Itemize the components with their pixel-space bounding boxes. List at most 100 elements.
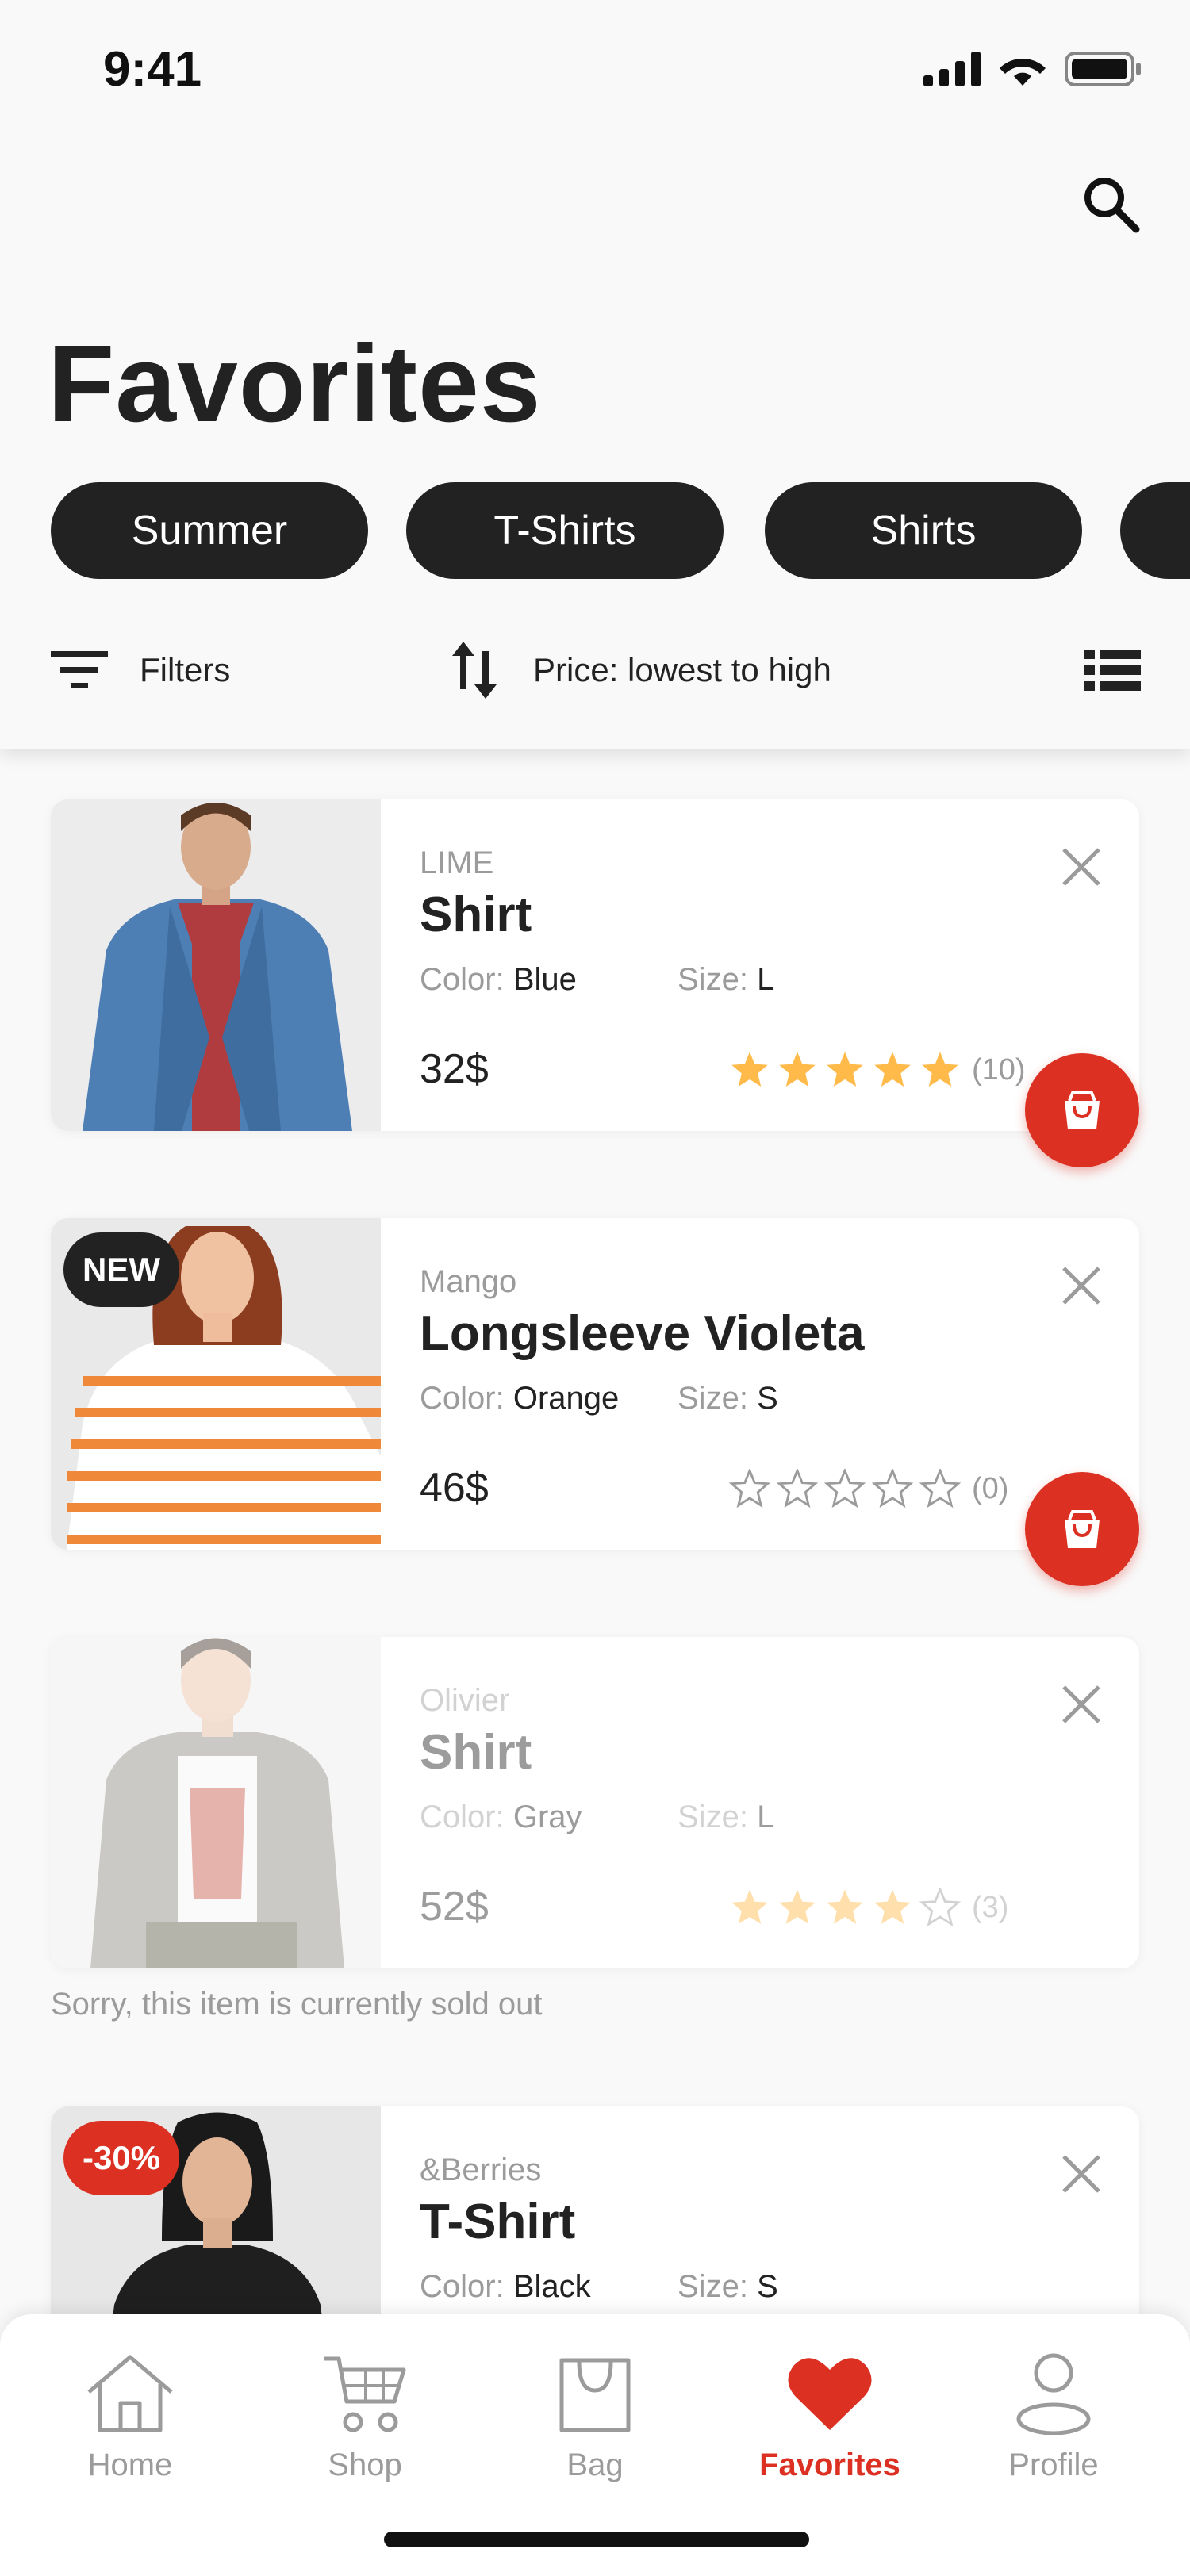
- star-filled-icon: [827, 1052, 863, 1087]
- chip-shirts[interactable]: Shirts: [765, 482, 1082, 579]
- nav-favorites[interactable]: Favorites: [743, 2346, 917, 2505]
- status-time: 9:41: [103, 42, 202, 97]
- product-card[interactable]: NEW Mango Longsleeve Violeta Color: Oran…: [51, 1218, 1139, 1550]
- size-value: L: [757, 962, 775, 997]
- size-value: S: [757, 2269, 778, 2304]
- chip-tshirts[interactable]: T-Shirts: [406, 482, 724, 579]
- product-name: Longsleeve Violeta: [420, 1306, 865, 1361]
- product-brand: LIME: [420, 845, 494, 880]
- nav-profile[interactable]: Profile: [966, 2346, 1141, 2505]
- product-name: Shirt: [420, 887, 532, 942]
- product-brand: &Berries: [420, 2152, 542, 2187]
- product-color: Color: Blue: [420, 962, 577, 998]
- color-key: Color:: [420, 962, 505, 997]
- star-filled-icon: [731, 1052, 768, 1087]
- review-count: (3): [972, 1890, 1009, 1924]
- product-size: Size: S: [678, 2269, 778, 2305]
- filter-icon: [51, 651, 108, 688]
- star-filled-icon: [874, 1052, 911, 1087]
- product-name: Shirt: [420, 1725, 532, 1780]
- sort-icon: [452, 642, 497, 699]
- filters-label: Filters: [140, 651, 231, 688]
- rating-stars: (0): [729, 1469, 1008, 1508]
- shopping-bag-icon: [1065, 1091, 1100, 1129]
- product-image: [51, 799, 381, 1131]
- nav-bag-label: Bag: [566, 2448, 624, 2482]
- star-empty-icon: [919, 1469, 961, 1508]
- product-name: T-Shirt: [420, 2195, 576, 2249]
- star-filled-icon: [922, 1052, 958, 1087]
- nav-home[interactable]: Home: [43, 2346, 217, 2505]
- nav-shop-label: Shop: [328, 2448, 402, 2482]
- product-card[interactable]: LIME Shirt Color: Blue Size: L 32$ (10): [51, 799, 1139, 1131]
- search-button[interactable]: [1075, 168, 1146, 240]
- view-toggle-button[interactable]: [1084, 634, 1141, 706]
- size-key: Size:: [678, 962, 748, 997]
- wifi-icon: [1000, 59, 1046, 86]
- bag-icon: [559, 2358, 631, 2432]
- rating-stars: (10): [729, 1050, 1026, 1090]
- home-indicator: [384, 2532, 809, 2547]
- remove-button[interactable]: [1054, 839, 1109, 895]
- product-image: [51, 1637, 381, 1968]
- add-to-bag-button[interactable]: [1025, 1053, 1139, 1167]
- search-icon: [1084, 178, 1140, 233]
- product-size: Size: L: [678, 962, 774, 998]
- sold-out-message: Sorry, this item is currently sold out: [51, 1987, 543, 2022]
- product-card-sold-out[interactable]: Olivier Shirt Color: Gray Size: L 52$ (3…: [51, 1637, 1139, 1968]
- add-to-bag-button[interactable]: [1025, 1472, 1139, 1586]
- star-empty-icon: [824, 1469, 866, 1508]
- chip-more[interactable]: [1120, 482, 1190, 579]
- product-color: Color: Black: [420, 2269, 591, 2305]
- product-brand: Mango: [420, 1264, 517, 1299]
- heart-icon: [788, 2358, 872, 2430]
- remove-button[interactable]: [1054, 1258, 1109, 1313]
- size-key: Size:: [678, 1381, 748, 1416]
- remove-button[interactable]: [1054, 2146, 1109, 2202]
- star-filled-icon: [874, 1889, 911, 1925]
- product-price: 46$: [420, 1465, 489, 1511]
- category-chips: Summer T-Shirts Shirts: [51, 482, 1190, 579]
- color-value: Blue: [512, 962, 577, 997]
- color-value: Gray: [512, 1800, 582, 1834]
- close-icon: [1062, 1267, 1100, 1305]
- list-view-icon: [1084, 650, 1141, 691]
- cart-icon: [324, 2356, 406, 2432]
- toolbar: Filters Price: lowest to high: [0, 634, 1190, 706]
- rating-stars: (3): [729, 1888, 1008, 1927]
- star-filled-icon: [779, 1889, 816, 1925]
- page-title: Favorites: [48, 323, 542, 445]
- size-value: S: [757, 1381, 778, 1416]
- product-color: Color: Gray: [420, 1800, 582, 1835]
- close-icon: [1062, 848, 1100, 886]
- close-icon: [1062, 1685, 1100, 1723]
- profile-icon: [1016, 2353, 1091, 2435]
- product-brand: Olivier: [420, 1683, 510, 1718]
- sort-button[interactable]: Price: lowest to high: [449, 634, 831, 706]
- review-count: (10): [972, 1052, 1026, 1087]
- product-color: Color: Orange: [420, 1381, 619, 1416]
- nav-profile-label: Profile: [1008, 2448, 1099, 2482]
- star-empty-icon: [777, 1469, 818, 1508]
- star-empty-icon: [729, 1469, 770, 1508]
- close-icon: [1062, 2155, 1100, 2193]
- color-value: Black: [512, 2269, 591, 2304]
- star-empty-icon: [872, 1469, 913, 1508]
- nav-shop[interactable]: Shop: [278, 2346, 452, 2505]
- home-icon: [87, 2355, 173, 2432]
- size-key: Size:: [678, 2269, 748, 2304]
- color-value: Orange: [512, 1381, 620, 1416]
- new-badge: NEW: [63, 1232, 179, 1307]
- product-price: 52$: [420, 1884, 489, 1930]
- shopping-bag-icon: [1065, 1510, 1100, 1548]
- header: 9:41 Favorites Summer T-Shirts Shirts Fi…: [0, 0, 1190, 749]
- nav-bag[interactable]: Bag: [508, 2346, 682, 2505]
- color-key: Color:: [420, 1800, 505, 1834]
- chip-summer[interactable]: Summer: [51, 482, 368, 579]
- color-key: Color:: [420, 1381, 505, 1416]
- product-size: Size: L: [678, 1800, 774, 1835]
- product-price: 32$: [420, 1046, 489, 1092]
- filters-button[interactable]: Filters: [49, 634, 230, 706]
- remove-button[interactable]: [1054, 1677, 1109, 1732]
- status-icons: [923, 49, 1142, 89]
